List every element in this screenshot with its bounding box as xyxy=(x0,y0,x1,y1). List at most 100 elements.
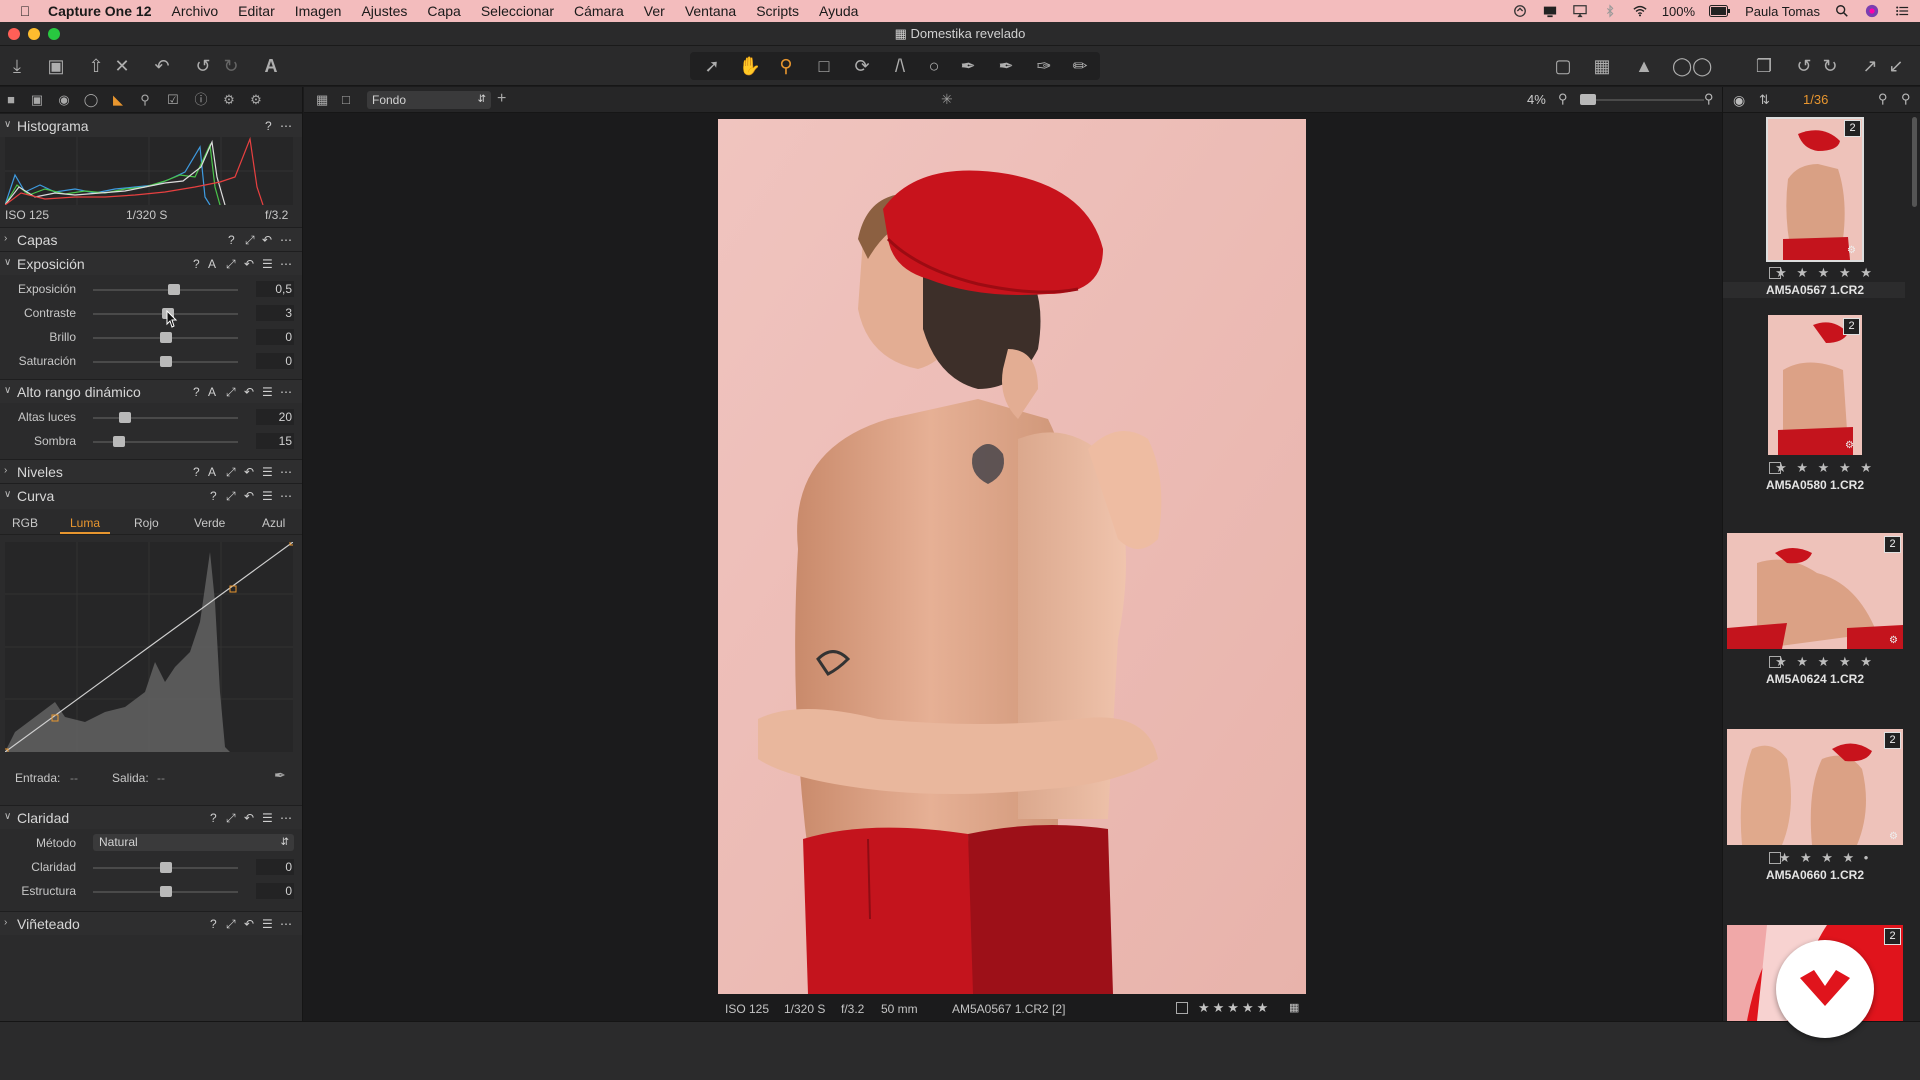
rating-stars[interactable]: ★ ★ ★ ★ ★ xyxy=(1735,654,1915,670)
help-icon[interactable]: ? xyxy=(265,119,272,133)
presets-icon[interactable]: ☰ xyxy=(262,489,273,503)
footer-rating-stars[interactable]: ★★★★★ xyxy=(1198,1000,1271,1016)
menu-scripts[interactable]: Scripts xyxy=(756,3,799,19)
lens-tab-icon[interactable]: ◉ xyxy=(56,92,72,108)
slider-track[interactable] xyxy=(93,289,238,291)
saturation-slider[interactable]: Saturación 0 xyxy=(0,349,302,373)
background-select[interactable]: Fondo ⇵ xyxy=(367,91,491,109)
slider-value[interactable]: 0 xyxy=(256,353,294,369)
curve-tab-azul[interactable]: Azul xyxy=(262,516,285,530)
grid-view-icon[interactable]: ▦ xyxy=(316,92,328,108)
zoom-tool-icon[interactable]: ⚲ xyxy=(774,54,798,78)
presets-icon[interactable]: ☰ xyxy=(262,917,273,931)
eraser-tool-icon[interactable]: ✏ xyxy=(1068,54,1092,78)
contrast-slider[interactable]: Contraste 3 xyxy=(0,301,302,328)
clarity-slider[interactable]: Claridad 0 xyxy=(0,855,302,879)
help-icon[interactable]: ? xyxy=(193,465,200,479)
slider-value[interactable]: 0 xyxy=(256,329,294,345)
import-icon[interactable]: ⤓ xyxy=(5,54,29,78)
batch-tab-icon[interactable]: ⚙ xyxy=(248,92,264,108)
curve-editor[interactable] xyxy=(5,542,293,752)
more-options-icon[interactable]: ⋯ xyxy=(280,811,292,825)
slider-thumb[interactable] xyxy=(168,284,181,295)
thumbnail-item[interactable]: 2 ⚙ ★ ★ ★ ★ • AM5A0660 1.CR2 xyxy=(1725,729,1905,884)
chevron-right-icon[interactable]: › xyxy=(4,233,7,244)
details-tab-icon[interactable]: ⚲ xyxy=(137,92,153,108)
zoom-out-icon[interactable]: ⚲ xyxy=(1558,91,1568,107)
reset-icon[interactable]: ↶ xyxy=(244,917,254,931)
expand-icon[interactable]: ⤢ xyxy=(226,489,236,504)
curve-picker-icon[interactable]: ✒ xyxy=(274,767,286,784)
reset-icon[interactable]: ↶ xyxy=(244,257,254,271)
thumbnail-item[interactable]: 2 ⚙ ★ ★ ★ ★ ★ AM5A0567 1.CR2 xyxy=(1723,117,1905,298)
delete-icon[interactable]: ✕ xyxy=(110,54,134,78)
color-tab-icon[interactable]: ◯ xyxy=(83,92,99,108)
user-name[interactable]: Paula Tomas xyxy=(1745,4,1820,19)
crop-tool-icon[interactable]: □ xyxy=(812,54,836,78)
thumbnail-image[interactable] xyxy=(1768,315,1862,455)
menu-app-name[interactable]: Capture One 12 xyxy=(48,3,151,19)
slider-value[interactable]: 15 xyxy=(256,433,294,449)
help-icon[interactable]: ? xyxy=(210,489,217,503)
presets-icon[interactable]: ☰ xyxy=(262,385,273,399)
slider-value[interactable]: 20 xyxy=(256,409,294,425)
screen-share-icon[interactable] xyxy=(1542,4,1558,18)
chevron-down-icon[interactable]: ∨ xyxy=(4,257,11,268)
menu-camara[interactable]: Cámara xyxy=(574,3,624,19)
more-options-icon[interactable]: ⋯ xyxy=(280,465,292,479)
expand-icon[interactable]: ⤢ xyxy=(226,917,236,932)
method-select[interactable]: Natural ⇵ xyxy=(93,834,294,851)
adjustments-tab-icon[interactable]: ☑ xyxy=(165,92,181,108)
help-icon[interactable]: ? xyxy=(210,917,217,931)
curve-tab-rgb[interactable]: RGB xyxy=(12,516,38,530)
battery-icon[interactable] xyxy=(1709,4,1731,18)
chevron-right-icon[interactable]: › xyxy=(4,465,7,476)
expand-icon[interactable]: ⤢ xyxy=(226,257,236,272)
expand-icon[interactable]: ⤢ xyxy=(226,811,236,826)
exposure-slider[interactable]: Exposición 0,5 xyxy=(0,277,302,301)
airplay-icon[interactable] xyxy=(1572,4,1588,18)
help-icon[interactable]: ? xyxy=(228,233,235,247)
rotate-right-icon[interactable]: ↻ xyxy=(1818,54,1842,78)
shadows-slider[interactable]: Sombra 15 xyxy=(0,429,302,453)
thumbnail-item[interactable]: 2 ⚙ ★ ★ ★ ★ ★ AM5A0624 1.CR2 xyxy=(1725,533,1905,688)
brush-tool-icon[interactable]: ✑ xyxy=(1032,54,1056,78)
presets-icon[interactable]: ☰ xyxy=(262,811,273,825)
search-icon[interactable]: ⚲ xyxy=(1878,91,1888,107)
slider-value[interactable]: 0,5 xyxy=(256,281,294,297)
apple-menu-icon[interactable]:  xyxy=(16,3,34,19)
highlights-slider[interactable]: Altas luces 20 xyxy=(0,405,302,429)
menu-archivo[interactable]: Archivo xyxy=(171,3,218,19)
menu-editar[interactable]: Editar xyxy=(238,3,275,19)
curve-tab-verde[interactable]: Verde xyxy=(194,516,225,530)
wifi-icon[interactable] xyxy=(1632,4,1648,18)
zoom-in-icon[interactable]: ⚲ xyxy=(1704,91,1714,107)
slider-value[interactable]: 3 xyxy=(256,305,294,321)
curve-tab-luma[interactable]: Luma xyxy=(70,516,100,530)
help-icon[interactable]: ? xyxy=(193,385,200,399)
reset-adjustments-icon[interactable]: ↶ xyxy=(150,54,174,78)
more-options-icon[interactable]: ⋯ xyxy=(280,385,292,399)
expand-icon[interactable]: ⤢ xyxy=(226,385,236,400)
footer-color-tag-icon[interactable]: ▦ xyxy=(1289,1001,1299,1014)
zoom-slider[interactable] xyxy=(1580,99,1704,101)
focus-mask-icon[interactable]: ▲ xyxy=(1632,54,1656,78)
slider-thumb[interactable] xyxy=(113,436,126,447)
browser-scrollbar[interactable] xyxy=(1912,117,1917,207)
curve-section-header[interactable]: ∨ Curva ? ⤢ ↶ ☰ ⋯ xyxy=(0,483,302,509)
capture-camera-icon[interactable]: ▣ xyxy=(44,54,68,78)
more-options-icon[interactable]: ⋯ xyxy=(280,119,292,133)
slider-value[interactable]: 0 xyxy=(256,859,294,875)
rating-stars[interactable]: ★ ★ ★ ★ • xyxy=(1735,850,1915,866)
menu-ayuda[interactable]: Ayuda xyxy=(819,3,858,19)
histogram-section-header[interactable]: ∨ Histograma ? ⋯ xyxy=(0,113,302,137)
siri-icon[interactable] xyxy=(1864,4,1880,18)
menu-ver[interactable]: Ver xyxy=(644,3,665,19)
slider-value[interactable]: 0 xyxy=(256,883,294,899)
library-tab-icon[interactable]: ■ xyxy=(3,92,19,108)
pan-hand-icon[interactable]: ✋ xyxy=(738,54,762,78)
spot-removal-icon[interactable]: ○ xyxy=(922,54,946,78)
sync-status-icon[interactable] xyxy=(1512,4,1528,18)
single-view-icon[interactable]: □ xyxy=(342,92,350,107)
layers-section-header[interactable]: › Capas ? ⤢ ↶ ⋯ xyxy=(0,227,302,251)
